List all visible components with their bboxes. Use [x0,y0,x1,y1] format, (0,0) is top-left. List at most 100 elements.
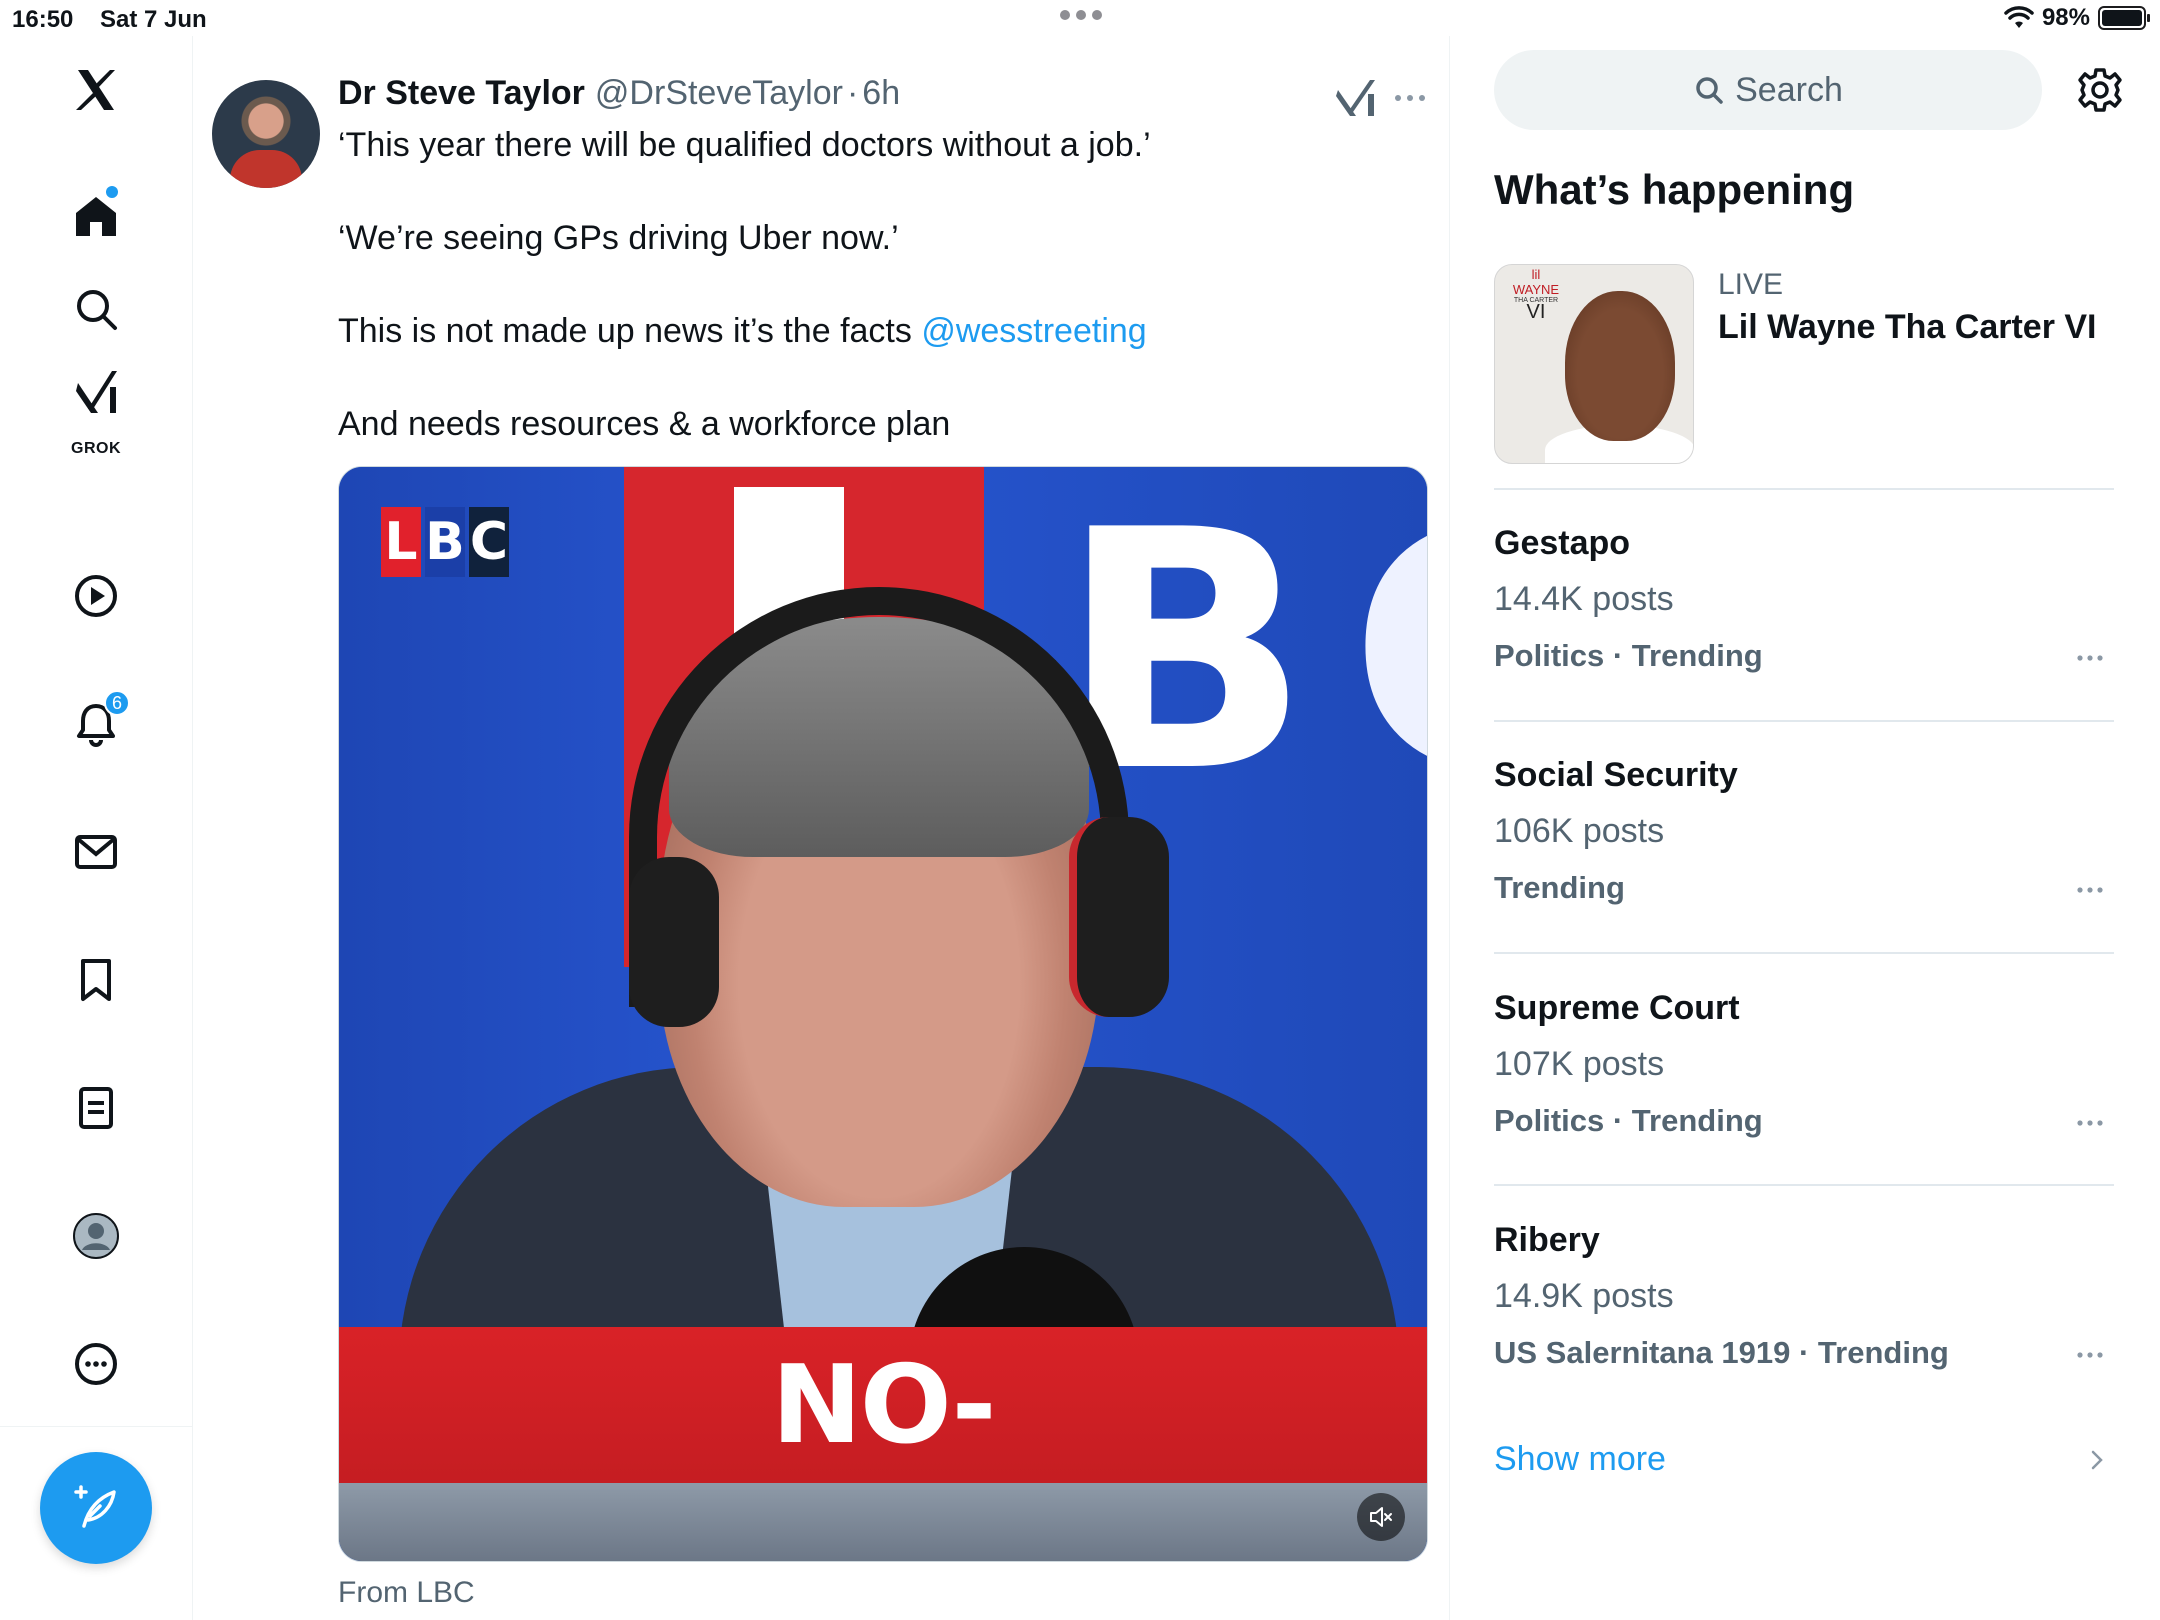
nav-messages[interactable] [56,812,136,892]
trend-count: 14.4K posts [1494,580,1674,618]
live-label: LIVE [1718,268,1784,301]
grok-explain-icon[interactable] [1334,76,1378,120]
nav-lists[interactable] [56,1068,136,1148]
album-logo-top: lil [1531,267,1541,282]
trend-item[interactable]: Ribery 14.9K posts US Salernitana 1919 ·… [1494,1221,2114,1421]
battery-percent: 98% [2041,4,2090,31]
show-more-link[interactable]: Show more [1494,1440,2114,1479]
battery-icon [2098,6,2150,30]
notifications-badge: 6 [104,690,130,716]
author-handle[interactable]: @DrSteveTaylor [595,74,843,113]
trend-name: Supreme Court [1494,989,1740,1027]
x-logo-icon[interactable] [56,50,136,130]
multitasking-dots-icon[interactable] [1060,10,1102,20]
tweet-time[interactable]: 6h [862,74,900,113]
trend-meta: Politics · Trending [1494,1103,1763,1138]
trend-name: Social Security [1494,756,1738,794]
home-icon [76,197,116,236]
live-event-thumbnail: lil WAYNE THA CARTER VI [1494,264,1694,464]
status-bar: 16:50 Sat 7 Jun 98% [0,0,2160,36]
trend-more-icon[interactable] [2074,648,2106,668]
trend-more-icon[interactable] [2074,1345,2106,1365]
mute-button[interactable] [1357,1493,1405,1541]
album-logo: lil WAYNE THA CARTER VI [1501,267,1571,323]
album-logo-vi: VI [1526,301,1546,323]
status-right: 98% [2004,4,2150,32]
tweet-line-1: ‘This year there will be qualified docto… [338,126,1151,164]
trend-more-icon[interactable] [2074,880,2106,900]
trend-meta: Trending [1494,870,1625,905]
tweet-detail: Dr Steve Taylor @DrSteveTaylor · 6h ‘Thi… [194,36,1450,1620]
mail-icon [75,835,117,869]
album-logo-mid: WAYNE [1512,282,1560,297]
grok-label: GROK [71,440,121,457]
divider [1494,488,2114,490]
trend-count: 14.9K posts [1494,1277,1674,1315]
live-title: Lil Wayne Tha Carter VI [1718,308,2097,346]
nav-home[interactable] [56,176,136,256]
author-name[interactable]: Dr Steve Taylor [338,74,585,113]
tweet-text: ‘This year there will be qualified docto… [338,122,1418,494]
nav-video[interactable] [56,556,136,636]
search-icon [77,290,117,330]
whats-happening-title: What’s happening [1494,166,1855,213]
search-placeholder: Search [1735,70,1843,109]
chevron-right-icon [2091,1450,2103,1470]
compose-post-button[interactable] [40,1452,152,1564]
trend-item[interactable]: Social Security 106K posts Trending [1494,756,2114,956]
lbc-logo: L B C [381,507,509,577]
search-input[interactable]: Search [1494,50,2042,130]
left-nav: GROK 6 [0,36,193,1620]
live-event-card[interactable]: lil WAYNE THA CARTER VI LIVE Lil Wayne T… [1494,264,2114,464]
trend-more-icon[interactable] [2074,1113,2106,1133]
wifi-icon [2004,6,2034,28]
tweet-line-3: This is not made up news it’s the facts … [338,308,1418,354]
trend-meta: US Salernitana 1919 · Trending [1494,1335,1949,1370]
home-notification-dot [106,186,118,198]
play-circle-icon [75,575,117,617]
tweet-more-icon[interactable] [1390,88,1430,108]
trend-item[interactable]: Gestapo 14.4K posts Politics · Trending [1494,524,2114,724]
lbc-logo-l: L [381,507,421,577]
divider [1494,1184,2114,1186]
divider [1494,952,2114,954]
separator: · [846,74,859,112]
status-date: Sat 7 Jun [100,6,207,33]
nav-divider [0,1426,193,1427]
tweet-line-2: ‘We’re seeing GPs driving Uber now.’ [338,219,899,257]
trend-meta: Politics · Trending [1494,638,1763,673]
trend-name: Gestapo [1494,524,1631,562]
trend-count: 107K posts [1494,1045,1665,1083]
bookmark-icon [81,959,111,1001]
profile-avatar-icon [73,1213,119,1259]
nav-more[interactable] [56,1324,136,1404]
trend-name: Ribery [1494,1221,1600,1259]
speaker-muted-icon [1370,1507,1392,1527]
nav-profile[interactable] [56,1196,136,1276]
mention-link[interactable]: @wesstreeting [921,312,1146,350]
nav-bookmarks[interactable] [56,940,136,1020]
lbc-logo-c: C [469,507,509,577]
tweet-header: Dr Steve Taylor @DrSteveTaylor · 6h [338,74,900,113]
author-avatar[interactable] [212,80,320,188]
grok-icon [76,371,117,413]
lbc-logo-b: B [425,507,465,577]
more-circle-icon [75,1343,117,1385]
nav-explore[interactable] [56,269,136,349]
search-icon [1696,77,1723,104]
compose-feather-icon [74,1485,116,1528]
video-source[interactable]: From LBC [338,1576,475,1610]
nav-notifications[interactable]: 6 [56,684,136,764]
status-time: 16:50 [12,6,74,33]
nav-grok[interactable]: GROK [56,352,136,457]
tweet-line-3-text: This is not made up news it’s the facts [338,312,922,350]
video-caption: NO- [339,1327,1427,1483]
gear-icon[interactable] [2076,66,2124,114]
right-sidebar: Search What’s happening lil WAYNE THA CA… [1450,36,2160,1620]
trend-item[interactable]: Supreme Court 107K posts Politics · Tren… [1494,989,2114,1189]
video-bg-letter-c: C [1349,487,1427,817]
show-more-label: Show more [1494,1440,1666,1478]
divider [1494,720,2114,722]
list-icon [79,1087,113,1129]
video-player[interactable]: B C L B C NO- [338,466,1428,1562]
